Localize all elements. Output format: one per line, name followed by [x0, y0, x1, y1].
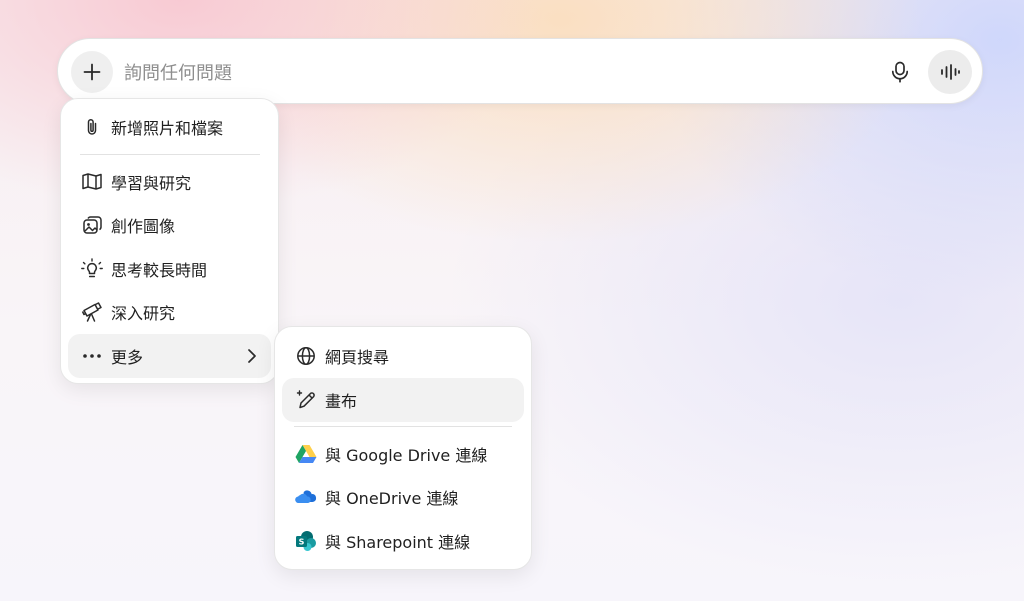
onedrive-icon: [295, 486, 317, 508]
menu-item-connect-onedrive[interactable]: 與 OneDrive 連線: [282, 475, 524, 519]
menu-item-label: 創作圖像: [111, 217, 176, 236]
more-dots-icon: [81, 345, 103, 367]
globe-icon: [295, 345, 317, 367]
menu-item-connect-sharepoint[interactable]: S 與 Sharepoint 連線: [282, 519, 524, 563]
menu-item-label: 與 OneDrive 連線: [325, 489, 459, 508]
microphone-icon: [891, 61, 909, 83]
menu-item-more[interactable]: 更多: [68, 334, 271, 378]
svg-text:S: S: [299, 538, 305, 547]
google-drive-icon: [295, 443, 317, 465]
menu-item-study-learn[interactable]: 學習與研究: [68, 160, 271, 204]
menu-item-label: 與 Sharepoint 連線: [325, 533, 471, 552]
dictate-button[interactable]: [884, 56, 916, 88]
prompt-input[interactable]: [122, 56, 866, 90]
menu-item-think-longer[interactable]: 思考較長時間: [68, 247, 271, 291]
telescope-icon: [81, 301, 103, 323]
voice-waveform-icon: [941, 64, 960, 80]
menu-item-web-search[interactable]: 網頁搜尋: [282, 334, 524, 378]
menu-item-label: 深入研究: [111, 304, 176, 323]
menu-item-label: 與 Google Drive 連線: [325, 446, 488, 465]
plus-icon: [83, 63, 101, 81]
pen-sparkle-icon: [295, 389, 317, 411]
menu-item-label: 網頁搜尋: [325, 348, 390, 367]
menu-item-label: 思考較長時間: [111, 261, 208, 280]
menu-item-canvas[interactable]: 畫布: [282, 378, 524, 422]
menu-item-add-photos-files[interactable]: 新增照片和檔案: [68, 105, 271, 149]
book-open-icon: [81, 171, 103, 193]
menu-item-label: 學習與研究: [111, 174, 192, 193]
more-submenu: 網頁搜尋 畫布 與 Google Drive 連線 與 OneDrive 連線 …: [274, 326, 532, 570]
chat-input-bar: [57, 38, 983, 104]
menu-item-connect-google-drive[interactable]: 與 Google Drive 連線: [282, 432, 524, 476]
menu-item-deep-research[interactable]: 深入研究: [68, 290, 271, 334]
sharepoint-icon: S: [295, 530, 317, 552]
menu-item-label: 畫布: [325, 392, 358, 411]
chevron-right-icon: [243, 347, 261, 365]
attachment-menu: 新增照片和檔案 學習與研究 創作圖像 思考較長時間 深入研究 更多: [60, 98, 279, 384]
image-icon: [81, 214, 103, 236]
menu-item-label: 更多: [111, 348, 144, 367]
menu-item-create-image[interactable]: 創作圖像: [68, 203, 271, 247]
menu-divider: [294, 426, 512, 427]
menu-divider: [80, 154, 260, 155]
add-button[interactable]: [71, 51, 113, 93]
menu-item-label: 新增照片和檔案: [111, 119, 224, 138]
voice-mode-button[interactable]: [928, 50, 972, 94]
lightbulb-icon: [81, 258, 103, 280]
paperclip-icon: [81, 116, 103, 138]
